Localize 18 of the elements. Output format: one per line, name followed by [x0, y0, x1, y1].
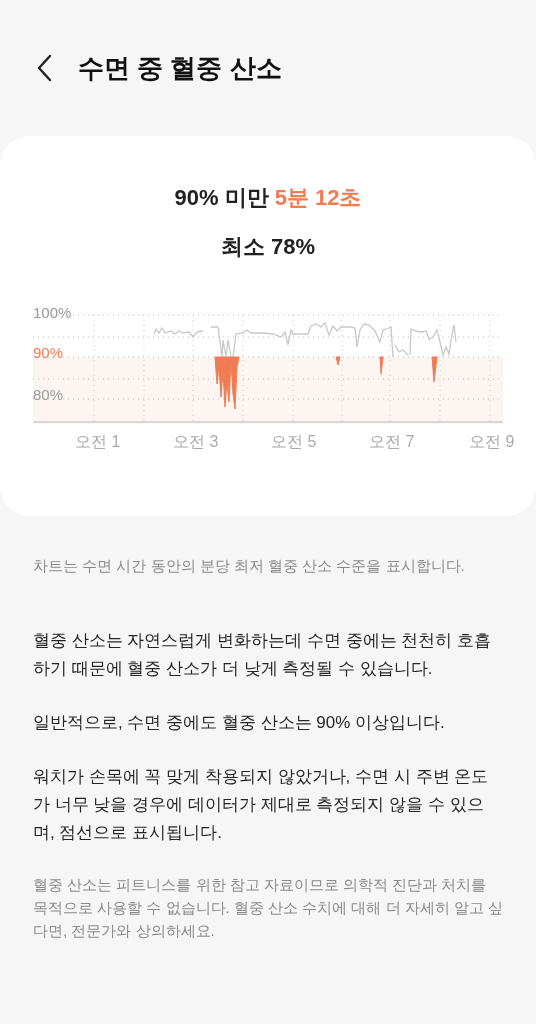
axis-label: 90%	[33, 344, 64, 362]
axis-label: 오전 9	[469, 432, 515, 452]
minimum-value: 최소 78%	[220, 233, 316, 261]
duration-value: 5분 12초	[274, 184, 362, 212]
axis-label: 오전 3	[173, 432, 219, 452]
caption-text: 차트는 수면 시간 동안의 분당 최저 혈중 산소 수준을 표시합니다.	[33, 556, 466, 576]
body-paragraph: 워치가 손목에 꼭 맞게 착용되지 않았거나, 수면 시 주변 온도가 너무 낮을 경우에 데이터가 제대로 측정되지 않을 수 있으며, 점선으로 표시됩니다.	[33, 766, 490, 844]
body-paragraph: 혈중 산소는 자연스럽게 변화하는데 수면 중에는 천천히 호흡하기 때문에 혈중 산소가 더 낮게 측정될 수 있습니다.	[33, 630, 493, 680]
back-icon	[36, 54, 52, 82]
page-title: 수면 중 혈중 산소	[78, 51, 282, 85]
axis-label: 100%	[33, 304, 72, 322]
axis-label: 80%	[33, 386, 64, 404]
axis-label: 오전 5	[271, 432, 317, 452]
caption-text: 혈중 산소는 피트니스를 위한 참고 자료이므로 의학적 진단과 처치를 목적으로 사용할 수 없습니다. 혈중 산소 수치에 대해 더 자세히 알고 싶다면, 전문가와 상의하세요.	[33, 875, 503, 941]
threshold-label: 90% 미만	[174, 184, 269, 212]
axis-label: 오전 1	[75, 432, 121, 452]
body-paragraph: 일반적으로, 수면 중에도 혈중 산소는 90% 이상입니다.	[33, 712, 446, 734]
axis-label: 오전 7	[369, 432, 415, 452]
